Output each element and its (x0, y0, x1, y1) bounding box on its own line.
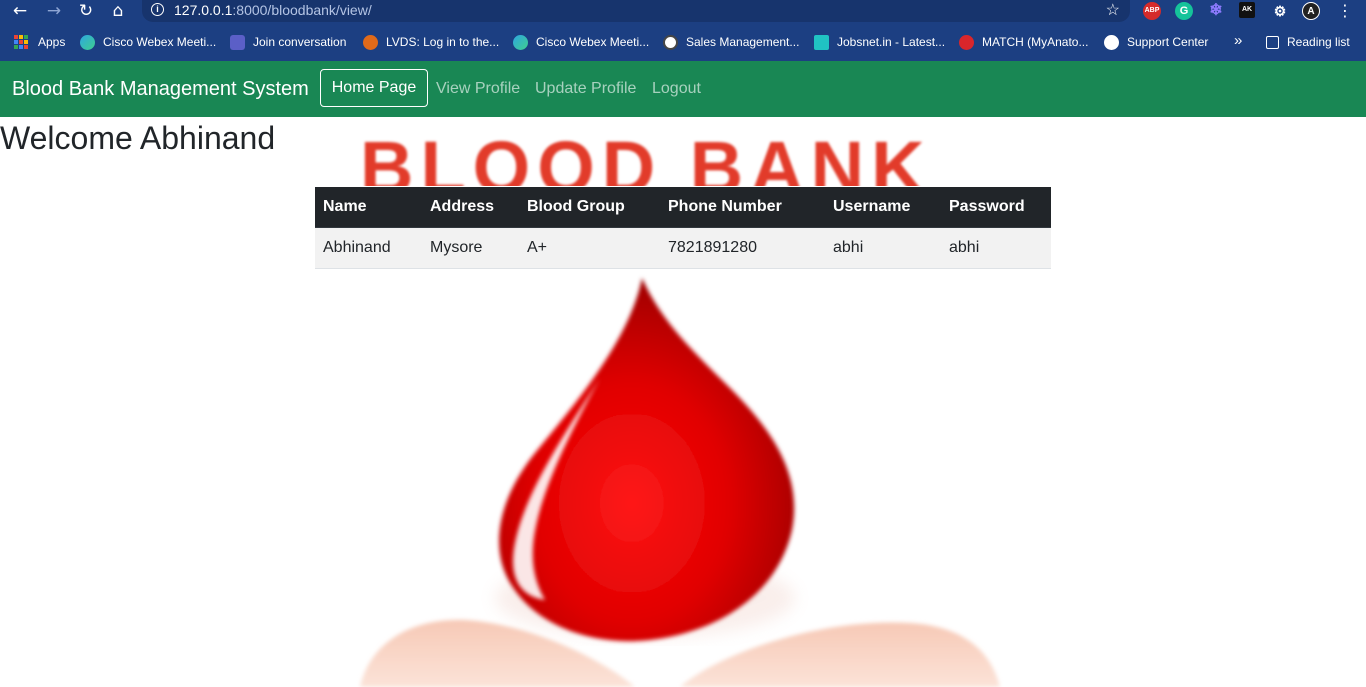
site-info-icon[interactable]: i (151, 3, 164, 16)
bookmark-apps[interactable]: Apps (14, 33, 65, 51)
reading-list-label: Reading list (1287, 35, 1350, 49)
cell-phone-number: 7821891280 (660, 227, 825, 269)
bookmark-label: Join conversation (253, 35, 347, 49)
bookmark-label: Sales Management... (686, 35, 800, 49)
profile-table: Name Address Blood Group Phone Number Us… (315, 187, 1051, 269)
forward-arrow-icon[interactable]: → (42, 0, 66, 22)
nav-view-profile[interactable]: View Profile (436, 78, 520, 100)
snowflake-extension-icon[interactable]: ❄ (1207, 2, 1225, 20)
blood-bank-banner: BLOOD BANK (352, 124, 1052, 187)
bookmark-label: MATCH (MyAnato... (982, 35, 1089, 49)
teams-icon (230, 34, 245, 50)
cell-address: Mysore (422, 227, 519, 269)
extensions-puzzle-icon[interactable]: ⚙ (1271, 2, 1289, 20)
nav-logout[interactable]: Logout (652, 78, 701, 100)
bookmark-webex-1[interactable]: Cisco Webex Meeti... (80, 33, 216, 51)
reload-icon[interactable]: ↻ (74, 0, 98, 22)
reading-list-icon (1266, 35, 1279, 49)
col-username-header: Username (825, 187, 941, 228)
nav-home-page[interactable]: Home Page (320, 69, 428, 107)
webex-icon (513, 34, 528, 50)
bookmark-label: Cisco Webex Meeti... (103, 35, 217, 49)
bookmark-label: LVDS: Log in to the... (386, 35, 500, 49)
bookmark-label: Cisco Webex Meeti... (536, 35, 650, 49)
wordpress-icon (663, 34, 678, 50)
bookmark-match[interactable]: MATCH (MyAnato... (959, 33, 1088, 51)
welcome-heading: Welcome Abhinand (0, 120, 276, 156)
kebab-menu-icon[interactable]: ⋮ (1333, 0, 1357, 22)
blood-drop-image (360, 278, 1000, 687)
webex-icon (80, 34, 95, 50)
bookmark-label: Support Center (1127, 35, 1209, 49)
nav-update-profile[interactable]: Update Profile (535, 78, 636, 100)
col-address-header: Address (422, 187, 519, 228)
bookmarks-bar: Apps Cisco Webex Meeti... Join conversat… (0, 24, 1366, 61)
bookmark-webex-2[interactable]: Cisco Webex Meeti... (513, 33, 649, 51)
hand-right (680, 622, 1000, 687)
apps-grid-icon (14, 35, 28, 49)
bookmark-support-center[interactable]: Support Center (1104, 33, 1208, 51)
url-host: 127.0.0.1 (174, 2, 233, 18)
blood-drop-shape (499, 278, 795, 642)
bookmark-sales-management[interactable]: Sales Management... (663, 33, 799, 51)
col-phone-number-header: Phone Number (660, 187, 825, 228)
bookmark-jobsnet[interactable]: Jobsnet.in - Latest... (814, 33, 945, 51)
bookmark-star-icon[interactable]: ☆ (1106, 0, 1120, 21)
bookmark-join-conversation[interactable]: Join conversation (230, 33, 346, 51)
url-text[interactable]: 127.0.0.1:8000/bloodbank/view/ (174, 2, 372, 19)
lvds-icon (363, 34, 378, 50)
url-path: :8000/bloodbank/view/ (232, 2, 372, 18)
col-name-header: Name (315, 187, 422, 228)
table-header-row: Name Address Blood Group Phone Number Us… (315, 187, 1051, 228)
cell-name: Abhinand (315, 227, 422, 269)
bookmark-label: Apps (38, 35, 66, 49)
jobsnet-icon (814, 34, 829, 50)
bookmarks-overflow-chevron[interactable]: » (1234, 32, 1242, 49)
bookmark-label: Jobsnet.in - Latest... (837, 35, 946, 49)
browser-toolbar: ← → ↻ ⌂ i 127.0.0.1:8000/bloodbank/view/… (0, 0, 1366, 24)
profile-avatar-icon[interactable]: A (1302, 2, 1320, 20)
adblock-extension-icon[interactable]: ABP (1143, 2, 1161, 20)
ak-extension-icon[interactable]: AK (1239, 2, 1255, 18)
navbar-brand[interactable]: Blood Bank Management System (12, 76, 309, 102)
col-password-header: Password (941, 187, 1051, 228)
bookmark-lvds[interactable]: LVDS: Log in to the... (363, 33, 499, 51)
cell-blood-group: A+ (519, 227, 660, 269)
col-blood-group-header: Blood Group (519, 187, 660, 228)
table-row: Abhinand Mysore A+ 7821891280 abhi abhi (315, 227, 1051, 269)
back-arrow-icon[interactable]: ← (8, 0, 32, 22)
app-navbar: Blood Bank Management System Home Page V… (0, 61, 1366, 117)
banner-title: BLOOD BANK (360, 126, 932, 187)
globe-icon (1104, 34, 1119, 50)
cell-password: abhi (941, 227, 1051, 269)
cell-username: abhi (825, 227, 941, 269)
home-icon[interactable]: ⌂ (106, 0, 130, 22)
address-bar[interactable]: i 127.0.0.1:8000/bloodbank/view/ ☆ (142, 0, 1130, 22)
reading-list-button[interactable]: Reading list (1266, 33, 1350, 51)
grammarly-extension-icon[interactable]: G (1175, 2, 1193, 20)
match-icon (959, 34, 974, 50)
